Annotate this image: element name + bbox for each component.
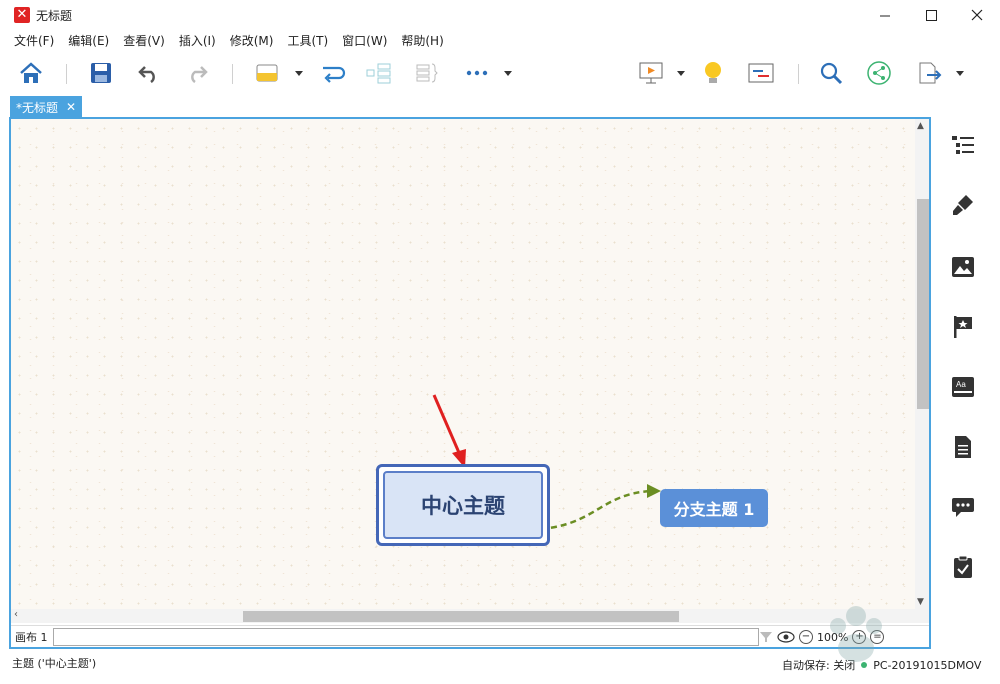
- search-icon[interactable]: [816, 58, 846, 88]
- text-style-icon[interactable]: Aa: [950, 374, 976, 400]
- menu-help[interactable]: 帮助(H): [401, 32, 443, 49]
- branch-topic[interactable]: 分支主题 1: [660, 489, 768, 527]
- document-tab[interactable]: *无标题 ✕: [10, 96, 82, 118]
- horizontal-scroll-thumb[interactable]: [243, 611, 679, 622]
- topic-dropdown-icon[interactable]: [294, 66, 304, 80]
- scroll-up-icon[interactable]: ▲: [917, 121, 924, 131]
- sheet-tab-area: [53, 628, 759, 646]
- boundary-icon[interactable]: [412, 58, 442, 88]
- svg-text:Aa: Aa: [956, 380, 966, 389]
- annotation-arrow: [432, 394, 462, 456]
- watermark-paw-icon: [830, 606, 882, 662]
- redo-icon[interactable]: [182, 58, 212, 88]
- window-controls: [862, 0, 1000, 30]
- selection-status: 主题 ('中心主题'): [12, 657, 97, 670]
- vertical-scrollbar[interactable]: ▲ ▼: [915, 119, 929, 609]
- menu-modify[interactable]: 修改(M): [230, 32, 274, 49]
- outline-icon[interactable]: [950, 132, 976, 158]
- home-icon[interactable]: [16, 58, 46, 88]
- app-logo-icon: ✕: [14, 7, 30, 23]
- export-icon[interactable]: [914, 58, 944, 88]
- window-title: 无标题: [36, 8, 73, 23]
- share-icon[interactable]: [864, 58, 894, 88]
- right-panel-bar: Aa: [936, 118, 1000, 638]
- sheet-tab[interactable]: 画布 1: [15, 629, 48, 645]
- menu-edit[interactable]: 编辑(E): [68, 32, 109, 49]
- menu-file[interactable]: 文件(F): [14, 32, 54, 49]
- maximize-button[interactable]: [908, 0, 954, 30]
- menu-view[interactable]: 查看(V): [123, 32, 165, 49]
- image-icon[interactable]: [950, 254, 976, 280]
- toolbar-separator: [66, 64, 67, 84]
- scroll-left-icon[interactable]: ‹: [14, 609, 18, 620]
- more-icon[interactable]: [462, 58, 492, 88]
- undo-icon[interactable]: [134, 58, 164, 88]
- central-topic[interactable]: 中心主题: [376, 464, 550, 546]
- vertical-scroll-thumb[interactable]: [917, 199, 929, 409]
- canvas-frame: 中心主题 分支主题 1 ▲ ▼ ‹ 画布 1 − 100% + =: [9, 117, 931, 649]
- document-tab-strip: *无标题 ✕: [0, 96, 1000, 118]
- branch-connector: [540, 489, 652, 531]
- mindmap-canvas[interactable]: 中心主题 分支主题 1: [11, 119, 915, 609]
- save-icon[interactable]: [86, 58, 116, 88]
- task-clipboard-icon[interactable]: [950, 554, 976, 580]
- gantt-icon[interactable]: [746, 58, 776, 88]
- presentation-icon[interactable]: [636, 58, 666, 88]
- document-tab-label: *无标题: [16, 100, 59, 115]
- topic-icon[interactable]: [252, 58, 282, 88]
- marker-flag-icon[interactable]: [950, 314, 976, 340]
- toolbar-separator: [232, 64, 233, 84]
- toolbar-separator: [798, 64, 799, 84]
- connector-arrowhead: [647, 484, 661, 498]
- menu-bar: 文件(F) 编辑(E) 查看(V) 插入(I) 修改(M) 工具(T) 窗口(W…: [0, 30, 1000, 50]
- menu-insert[interactable]: 插入(I): [179, 32, 216, 49]
- notes-icon[interactable]: [950, 434, 976, 460]
- structure-icon[interactable]: [364, 58, 394, 88]
- central-topic-label: 中心主题: [383, 471, 543, 539]
- relationship-icon[interactable]: [318, 58, 348, 88]
- title-bar: ✕ 无标题: [0, 0, 1000, 30]
- brainstorm-icon[interactable]: [698, 58, 728, 88]
- export-dropdown-icon[interactable]: [955, 66, 965, 80]
- comments-icon[interactable]: [950, 494, 976, 520]
- presentation-dropdown-icon[interactable]: [676, 66, 686, 80]
- menu-window[interactable]: 窗口(W): [342, 32, 387, 49]
- tab-close-icon[interactable]: ✕: [66, 100, 76, 114]
- minimize-button[interactable]: [862, 0, 908, 30]
- toolbar: [0, 52, 1000, 94]
- menu-tools[interactable]: 工具(T): [287, 32, 328, 49]
- format-brush-icon[interactable]: [950, 192, 976, 218]
- close-button[interactable]: [954, 0, 1000, 30]
- more-dropdown-icon[interactable]: [503, 66, 513, 80]
